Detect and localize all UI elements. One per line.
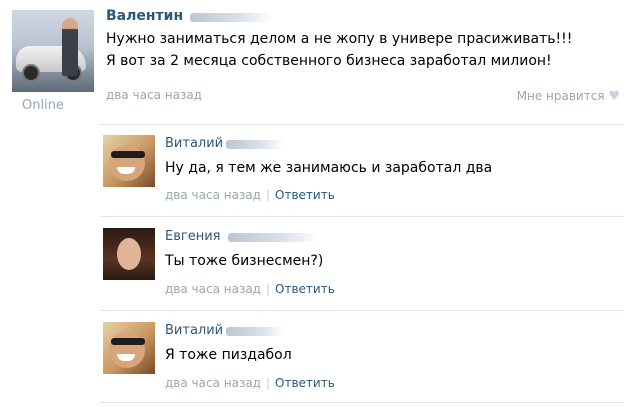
comment-time[interactable]: два часа назад bbox=[165, 188, 261, 202]
comment-author-avatar[interactable] bbox=[103, 135, 155, 187]
avatar-glasses-shape bbox=[111, 151, 145, 158]
post-time[interactable]: два часа назад bbox=[106, 88, 202, 102]
hidden-surname-blur bbox=[228, 233, 318, 242]
comment-meta: два часа назад | Ответить bbox=[165, 188, 335, 202]
post-text-line: Я вот за 2 месяца собственного бизнеса з… bbox=[106, 53, 552, 69]
divider bbox=[100, 402, 624, 403]
avatar-person-shape bbox=[62, 18, 78, 76]
comment-author-name[interactable]: Виталий bbox=[165, 323, 223, 338]
reply-link[interactable]: Ответить bbox=[275, 376, 335, 390]
comment-text: Ну да, я тем же занимаюсь и заработал дв… bbox=[165, 160, 493, 176]
avatar-face-shape bbox=[117, 238, 141, 270]
divider bbox=[100, 216, 624, 217]
online-status: Online bbox=[22, 98, 64, 113]
reply-link[interactable]: Ответить bbox=[275, 188, 335, 202]
comment-author-name[interactable]: Виталий bbox=[165, 136, 223, 151]
avatar-glasses-shape bbox=[111, 338, 145, 345]
meta-separator: | bbox=[265, 282, 271, 296]
divider bbox=[100, 310, 624, 311]
meta-separator: | bbox=[265, 188, 271, 202]
like-label: Мне нравится bbox=[516, 89, 605, 103]
post-text-line: Нужно заниматься делом а не жопу в униве… bbox=[106, 31, 573, 47]
like-button[interactable]: Мне нравится ♥ bbox=[517, 89, 620, 104]
divider bbox=[100, 124, 624, 125]
comment-meta: два часа назад | Ответить bbox=[165, 376, 335, 390]
reply-link[interactable]: Ответить bbox=[275, 282, 335, 296]
avatar-wheel-shape bbox=[22, 64, 40, 82]
comment-text: Я тоже пиздабол bbox=[165, 347, 292, 363]
heart-icon: ♥ bbox=[608, 89, 620, 104]
hidden-surname-blur bbox=[226, 140, 284, 149]
comment-text: Ты тоже бизнесмен?) bbox=[165, 253, 324, 269]
comment-time[interactable]: два часа назад bbox=[165, 376, 261, 390]
comment-time[interactable]: два часа назад bbox=[165, 282, 261, 296]
comment-author-avatar[interactable] bbox=[103, 228, 155, 280]
meta-separator: | bbox=[265, 376, 271, 390]
comment-author-avatar[interactable] bbox=[103, 322, 155, 374]
comment-author-name[interactable]: Евгения bbox=[165, 229, 220, 244]
hidden-surname-blur bbox=[226, 327, 284, 336]
post-author-avatar[interactable] bbox=[12, 10, 94, 92]
post-text: Нужно заниматься делом а не жопу в униве… bbox=[106, 28, 626, 72]
comment-meta: два часа назад | Ответить bbox=[165, 282, 335, 296]
post-author-name[interactable]: Валентин bbox=[106, 8, 183, 24]
wall-post: Online Валентин Нужно заниматься делом а… bbox=[0, 0, 640, 407]
hidden-surname-blur bbox=[190, 13, 272, 22]
